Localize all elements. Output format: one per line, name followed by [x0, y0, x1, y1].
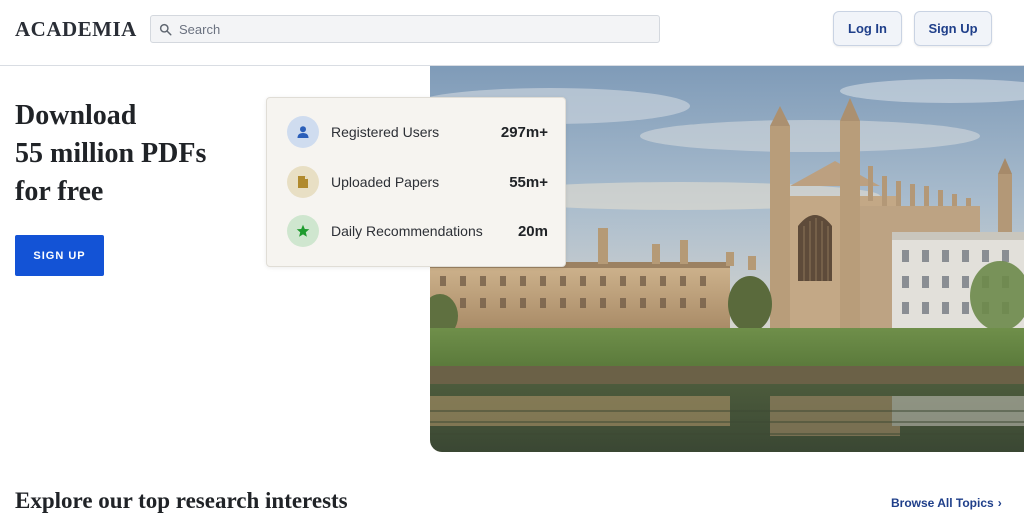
- stats-card: Registered Users 297m+ Uploaded Papers 5…: [266, 97, 566, 267]
- hero-title: Download 55 million PDFs for free: [15, 97, 275, 211]
- hero-title-line-2: 55 million PDFs: [15, 138, 207, 169]
- browse-all-topics-label: Browse All Topics: [891, 496, 994, 510]
- stat-value: 20m: [517, 222, 548, 240]
- log-in-button[interactable]: Log In: [833, 11, 902, 46]
- stat-value: 297m+: [500, 123, 548, 141]
- site-header: ACADEMIA Log In Sign Up: [0, 0, 1024, 66]
- browse-all-topics-link[interactable]: Browse All Topics ›: [891, 496, 1002, 510]
- sign-up-button[interactable]: SIGN UP: [15, 235, 104, 276]
- stat-row-registered-users: Registered Users 297m+: [267, 116, 567, 148]
- explore-title: Explore our top research interests: [15, 488, 348, 513]
- stat-label: Uploaded Papers: [331, 174, 440, 190]
- stat-value: 55m+: [509, 173, 548, 191]
- search-icon: [159, 23, 172, 36]
- hero-title-line-1: Download: [15, 100, 137, 131]
- search-bar[interactable]: [150, 15, 660, 43]
- document-icon: [287, 166, 319, 198]
- user-icon: [287, 116, 319, 148]
- academia-logo[interactable]: ACADEMIA: [15, 17, 137, 42]
- sign-up-header-button[interactable]: Sign Up: [914, 11, 992, 46]
- stat-row-uploaded-papers: Uploaded Papers 55m+: [267, 166, 567, 198]
- search-input[interactable]: [179, 21, 649, 37]
- stat-row-daily-recommendations: Daily Recommendations 20m: [267, 215, 567, 247]
- hero-title-line-3: for free: [15, 176, 104, 207]
- chevron-right-icon: ›: [997, 496, 1002, 510]
- stat-label: Registered Users: [331, 124, 440, 140]
- stat-label: Daily Recommendations: [331, 223, 483, 239]
- star-icon: [287, 215, 319, 247]
